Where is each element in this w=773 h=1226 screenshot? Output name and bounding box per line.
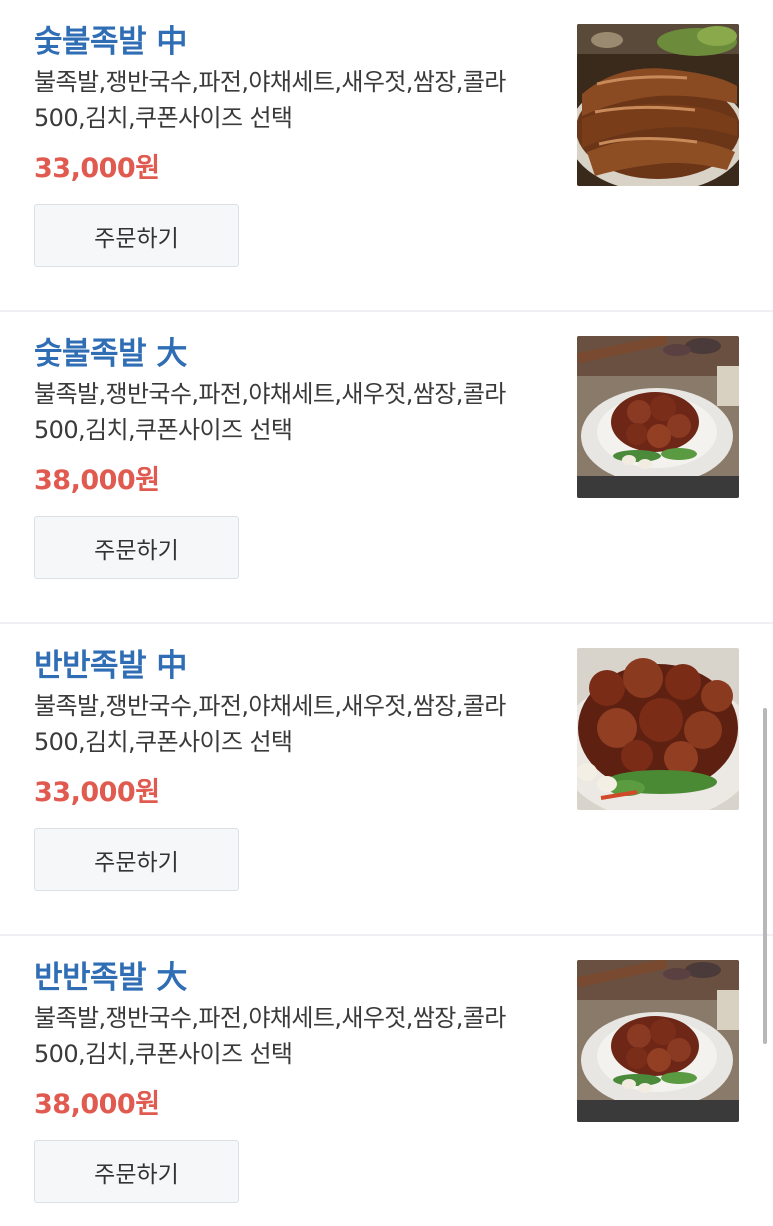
menu-item-description: 불족발,쟁반국수,파전,야채세트,새우젓,쌈장,콜라500,김치,쿠폰사이즈 선… <box>34 380 506 444</box>
menu-item[interactable]: 반반족발 大 불족발,쟁반국수,파전,야채세트,새우젓,쌈장,콜라500,김치,… <box>0 936 773 1226</box>
menu-item-title[interactable]: 숯불족발 中 <box>34 16 187 61</box>
menu-item-photo[interactable] <box>577 336 739 498</box>
menu-item-title[interactable]: 숯불족발 大 <box>34 328 187 373</box>
menu-item-description: 불족발,쟁반국수,파전,야채세트,새우젓,쌈장,콜라500,김치,쿠폰사이즈 선… <box>34 68 506 132</box>
menu-item-description: 불족발,쟁반국수,파전,야채세트,새우젓,쌈장,콜라500,김치,쿠폰사이즈 선… <box>34 1004 506 1068</box>
order-button[interactable]: 주문하기 <box>34 1140 239 1203</box>
menu-item[interactable]: 숯불족발 中 불족발,쟁반국수,파전,야채세트,새우젓,쌈장,콜라500,김치,… <box>0 0 773 312</box>
bul-jokbal-closeup-photo <box>577 648 739 810</box>
menu-item-price: 33,000원 <box>34 153 160 184</box>
menu-list: 숯불족발 中 불족발,쟁반국수,파전,야채세트,새우젓,쌈장,콜라500,김치,… <box>0 0 773 1226</box>
order-button[interactable]: 주문하기 <box>34 204 239 267</box>
menu-item-price: 38,000원 <box>34 465 160 496</box>
menu-item-photo[interactable] <box>577 648 739 810</box>
vertical-scrollbar[interactable] <box>763 708 767 1044</box>
menu-item-price: 38,000원 <box>34 1089 160 1120</box>
menu-item-title[interactable]: 반반족발 中 <box>34 640 187 685</box>
menu-item-description: 불족발,쟁반국수,파전,야채세트,새우젓,쌈장,콜라500,김치,쿠폰사이즈 선… <box>34 692 506 756</box>
menu-item[interactable]: 반반족발 中 불족발,쟁반국수,파전,야채세트,새우젓,쌈장,콜라500,김치,… <box>0 624 773 936</box>
order-button[interactable]: 주문하기 <box>34 516 239 579</box>
menu-item-photo[interactable] <box>577 24 739 186</box>
menu-item-price: 33,000원 <box>34 777 160 808</box>
menu-item-photo[interactable] <box>577 960 739 1122</box>
bul-jokbal-plate-photo <box>577 336 739 498</box>
order-button[interactable]: 주문하기 <box>34 828 239 891</box>
menu-item[interactable]: 숯불족발 大 불족발,쟁반국수,파전,야채세트,새우젓,쌈장,콜라500,김치,… <box>0 312 773 624</box>
sliced-jokbal-photo <box>577 24 739 186</box>
menu-item-title[interactable]: 반반족발 大 <box>34 952 187 997</box>
bul-jokbal-plate-photo <box>577 960 739 1122</box>
